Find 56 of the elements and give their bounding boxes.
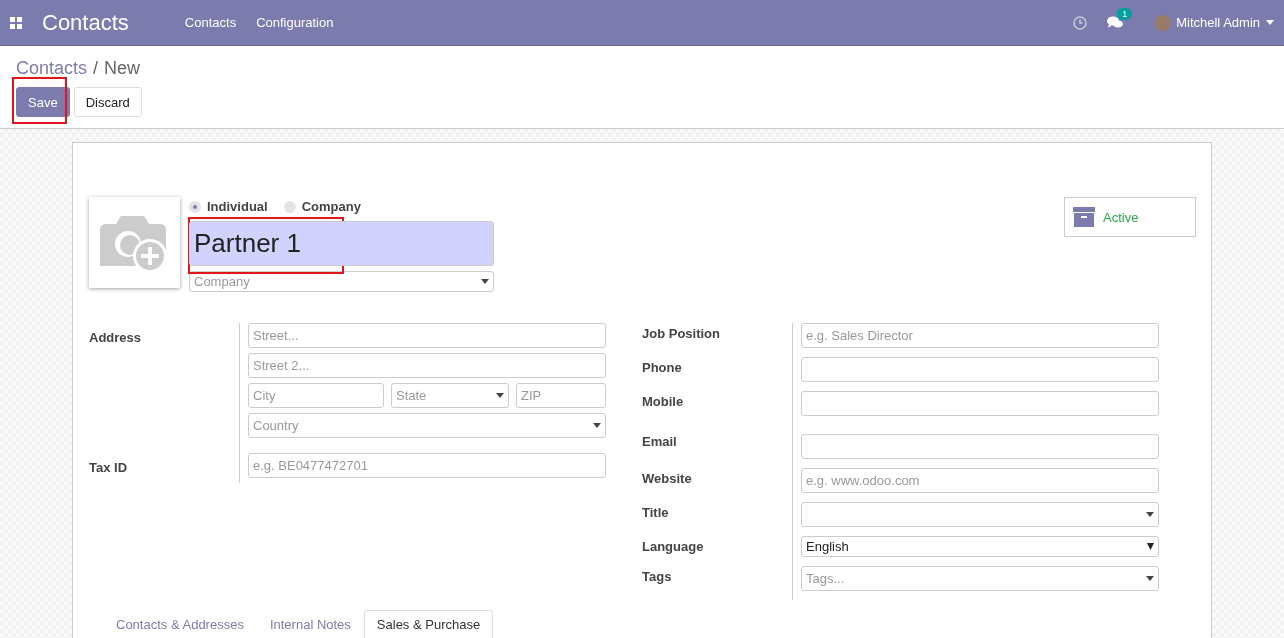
radio-option[interactable]: Company — [283, 199, 361, 214]
name-field[interactable]: Partner 1 — [189, 221, 494, 266]
select-field[interactable]: Company — [189, 271, 494, 292]
notebook-tab[interactable]: Contacts & Addresses — [103, 610, 257, 638]
select-field[interactable] — [801, 502, 1159, 527]
select-field[interactable]: English — [801, 536, 1159, 557]
input-field[interactable]: City — [248, 383, 384, 408]
radio-option[interactable]: Individual — [189, 199, 268, 214]
breadcrumb-separator: / — [93, 58, 99, 79]
input-field[interactable]: ZIP — [516, 383, 606, 408]
field-label: Tags — [642, 568, 673, 586]
notebook-tab[interactable]: Internal Notes — [256, 610, 364, 638]
input-field[interactable]: e.g. www.odoo.com — [801, 468, 1159, 493]
save-button[interactable]: Save — [16, 87, 70, 117]
breadcrumb-link[interactable]: Contacts — [16, 58, 88, 79]
caret-icon — [593, 423, 601, 428]
select-field[interactable]: State — [391, 383, 509, 408]
select-field[interactable]: Tags... — [801, 566, 1159, 591]
caret-icon — [496, 393, 504, 398]
input-field[interactable] — [801, 357, 1159, 382]
caret-icon — [1147, 543, 1154, 550]
user-avatar — [1155, 14, 1172, 31]
notebook-tab[interactable]: Sales & Purchase — [363, 610, 494, 638]
menu-item[interactable]: Contacts — [184, 15, 237, 30]
field-label: Email — [642, 433, 678, 451]
caret-icon — [1146, 512, 1154, 517]
input-field[interactable]: e.g. BE0477472701 — [248, 453, 606, 478]
input-field[interactable] — [801, 434, 1159, 459]
field-label: Language — [642, 538, 705, 556]
select-field[interactable]: Country — [248, 413, 606, 438]
input-field[interactable]: Street 2... — [248, 353, 606, 378]
field-label: Phone — [642, 359, 683, 377]
field-label: Address — [89, 329, 143, 347]
active-label: Active — [1103, 209, 1139, 225]
input-field[interactable]: e.g. Sales Director — [801, 323, 1159, 348]
apps-grid-icon[interactable] — [10, 16, 22, 29]
field-label: Tax ID — [89, 459, 129, 477]
app-title: Contacts — [42, 9, 129, 36]
breadcrumb-current: New — [104, 58, 141, 79]
input-field[interactable] — [801, 391, 1159, 416]
field-label: Mobile — [642, 393, 685, 411]
archive-box-icon — [1073, 207, 1095, 227]
field-label: Title — [642, 504, 670, 522]
caret-icon — [1146, 576, 1154, 581]
user-menu[interactable]: Mitchell Admin — [1176, 15, 1260, 30]
discard-button[interactable]: Discard — [73, 87, 142, 117]
field-label: Job Position — [642, 325, 721, 343]
menu-item[interactable]: Configuration — [256, 15, 334, 30]
caret-icon — [481, 279, 489, 284]
clock-icon[interactable] — [1073, 15, 1088, 30]
notification-badge: 1 — [1117, 7, 1133, 20]
chat-icon[interactable] — [1107, 15, 1124, 30]
input-field[interactable]: Street... — [248, 323, 606, 348]
active-toggle-button[interactable]: Active — [1064, 197, 1196, 237]
caret-icon — [1266, 20, 1274, 25]
field-label: Website — [642, 470, 693, 488]
